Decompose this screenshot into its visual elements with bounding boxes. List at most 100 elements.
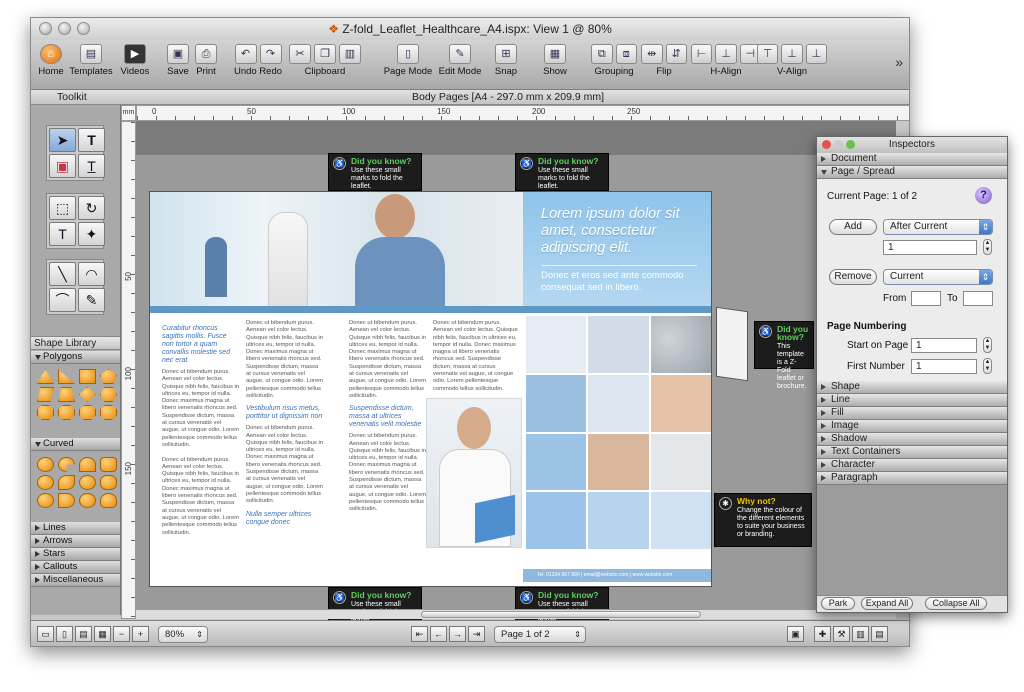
ellipse-shape[interactable] [79,475,96,490]
section-fill[interactable]: Fill [817,407,1007,420]
text-frame-tool-icon[interactable]: T̲ [78,154,105,178]
home-button[interactable]: ⌂ Home [37,42,65,77]
edit-mode-button[interactable]: ✎ Edit Mode [435,42,485,77]
h-align-group[interactable]: ⊢ ⊥ ⊣ H-Align [691,42,761,77]
zoom-out-icon[interactable]: − [113,626,130,642]
print-button[interactable]: ⎙ Print [193,42,219,77]
view-spread-icon[interactable]: ▯ [56,626,73,642]
rounded-square-shape[interactable] [100,457,117,472]
templates-button[interactable]: ▤ Templates [69,42,113,77]
text-tool-icon[interactable]: T [78,128,105,152]
inspector-zoom-button[interactable] [846,140,855,149]
flip-horizontal-icon[interactable]: ⇹ [641,44,663,64]
arch-shape[interactable] [79,457,96,472]
leaflet-page[interactable]: Lorem ipsum dolor sit amet, consectetur … [149,191,712,587]
add-count-stepper[interactable]: ▲ ▼ [983,239,992,255]
copy-icon[interactable]: ❐ [314,44,336,64]
doctor-photo[interactable] [426,398,522,548]
section-line[interactable]: Line [817,394,1007,407]
snap-button[interactable]: ⊞ Snap [487,42,525,77]
pie-shape[interactable] [58,457,75,472]
image-tool-icon[interactable]: ▣ [49,154,76,178]
circle-shape[interactable] [37,457,54,472]
view-pages-icon[interactable]: ▤ [75,626,92,642]
flip-vertical-icon[interactable]: ⇵ [665,44,687,64]
section-document[interactable]: Document [817,153,1007,166]
pencil-tool-icon[interactable]: ✎ [78,288,105,312]
heart-shape[interactable] [100,493,117,508]
redo-icon[interactable]: ↷ [259,44,282,64]
first-page-icon[interactable]: ⇤ [411,626,428,642]
align-bottom-icon[interactable]: ⊥ [805,44,827,64]
trapezoid-shape[interactable] [58,387,75,402]
polygon-shape[interactable] [100,405,117,420]
remove-scope-select[interactable]: Current [883,269,993,285]
inspector-toggle-icon[interactable]: ▣ [787,626,804,642]
layers-icon[interactable]: ✚ [814,626,831,642]
square-shape[interactable] [79,369,96,384]
add-count-field[interactable]: 1 [883,240,977,255]
dodecagon-shape[interactable] [79,405,96,420]
view-single-icon[interactable]: ▭ [37,626,54,642]
group-icon[interactable]: ⧉ [591,44,613,64]
inspector-minimize-button[interactable] [834,140,843,149]
view-thumbs-icon[interactable]: ▦ [94,626,111,642]
section-paragraph[interactable]: Paragraph [817,472,1007,485]
section-image[interactable]: Image [817,420,1007,433]
section-text-containers[interactable]: Text Containers [817,446,1007,459]
pin-tool-icon[interactable]: ✦ [78,222,105,246]
column-4[interactable]: Donec ut bibendum purus. Aenean vel colo… [433,320,521,390]
crop-tool-icon[interactable]: ⬚ [49,196,76,220]
pentagon-shape[interactable] [100,369,117,384]
to-field[interactable] [963,291,993,306]
inspector-close-button[interactable] [822,140,831,149]
library-icon[interactable]: ▥ [852,626,869,642]
last-page-icon[interactable]: ⇥ [468,626,485,642]
next-page-icon[interactable]: → [449,626,466,642]
half-circle-shape[interactable] [58,493,75,508]
scroll-thumb[interactable] [421,611,701,618]
document-canvas[interactable]: ♿ Did you know? Use these small marks to f… [136,121,896,625]
add-page-button[interactable]: Add [829,219,877,235]
category-polygons[interactable]: Polygons [31,351,120,364]
curve-tool-icon[interactable]: ◠ [78,262,105,286]
diamond-shape[interactable] [79,387,96,402]
align-top-icon[interactable]: ⊤ [757,44,779,64]
section-shadow[interactable]: Shadow [817,433,1007,446]
section-shape[interactable]: Shape [817,381,1007,394]
leaf-shape[interactable] [58,475,75,490]
pages-panel-icon[interactable]: ▤ [871,626,888,642]
flip-group[interactable]: ⇹ ⇵ Flip [641,42,687,77]
subheadline[interactable]: Donec et eros sed ante commodo consequat… [523,266,711,294]
park-button[interactable]: Park [821,597,855,610]
parallelogram-shape[interactable] [37,387,54,402]
rotate-tool-icon[interactable]: ↻ [78,196,105,220]
right-triangle-shape[interactable] [58,369,75,384]
undo-icon[interactable]: ↶ [234,44,257,64]
remove-page-button[interactable]: Remove [829,269,877,285]
zoom-in-icon[interactable]: + [132,626,149,642]
column-2[interactable]: Donec ut bibendum purus. Aenean vel colo… [246,320,324,540]
insert-position-select[interactable]: After Current [883,219,993,235]
undo-redo-group[interactable]: ↶ ↷ Undo Redo [233,42,283,77]
grouping-group[interactable]: ⧉ ⧈ Grouping [591,42,637,77]
decagon-shape[interactable] [58,405,75,420]
tools-icon[interactable]: ⚒ [833,626,850,642]
line-tool-icon[interactable]: ╲ [49,262,76,286]
horizontal-scrollbar[interactable] [136,609,896,619]
contact-footer[interactable]: Tel: 01234 567 890 | email@website.com |… [523,569,711,582]
section-character[interactable]: Character [817,459,1007,472]
save-button[interactable]: ▣ Save [165,42,191,77]
column-1[interactable]: Curabitur rhoncus sagittis mollis. Fusce… [162,320,240,540]
ungroup-icon[interactable]: ⧈ [615,44,637,64]
start-on-page-stepper[interactable]: ▲ ▼ [983,337,992,353]
expand-all-button[interactable]: Expand All [861,597,913,610]
hexagon-shape[interactable] [100,387,117,402]
clipboard-group[interactable]: ✂ ❐ ▥ Clipboard [287,42,363,77]
prev-page-icon[interactable]: ← [430,626,447,642]
section-page-spread[interactable]: Page / Spread [817,166,1007,179]
text-path-tool-icon[interactable]: T [49,222,76,246]
category-arrows[interactable]: Arrows [31,535,120,548]
column-3[interactable]: Donec ut bibendum purus. Aenean vel colo… [349,320,427,540]
close-button[interactable] [39,22,52,35]
